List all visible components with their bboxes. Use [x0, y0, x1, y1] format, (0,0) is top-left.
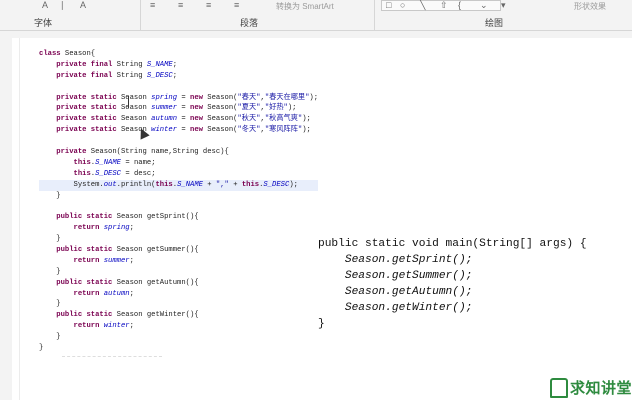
- logo-text: 求知讲堂: [569, 380, 632, 397]
- ribbon-toolbar: A ∣ A ≡ ≡ ≡ ≡ 转换为 SmartArt □ ○ ╲ ⇧ { ⌄ ▾…: [0, 0, 632, 31]
- shape-effects-button[interactable]: 形状效果: [574, 1, 606, 12]
- font-dropdown-icon[interactable]: A: [42, 0, 48, 10]
- code-line: public static Season getAutumn(){: [56, 278, 199, 287]
- snippet-line: Season.getAutumn();: [318, 286, 473, 298]
- justify-icon[interactable]: ≡: [234, 0, 239, 10]
- code-line-selected: System.out.println(this.S_NAME + "," + t…: [39, 179, 319, 191]
- main-snippet-textbox[interactable]: public static void main(String[] args) {…: [318, 236, 587, 332]
- arrange-dropdown-icon[interactable]: ▾: [501, 0, 506, 10]
- code-line: private static Season autumn = new Seaso…: [56, 115, 311, 124]
- code-line: this.S_NAME = name;: [73, 158, 156, 167]
- class-name: Season{: [64, 50, 96, 58]
- code-line: }: [39, 344, 44, 353]
- line-shape-icon[interactable]: ╲: [420, 0, 425, 10]
- code-line: }: [39, 235, 61, 244]
- snippet-line: }: [318, 318, 325, 330]
- align-right-icon[interactable]: ≡: [206, 0, 211, 10]
- convert-smartart-button[interactable]: 转换为 SmartArt: [276, 1, 334, 12]
- code-line: public static Season getWinter(){: [56, 311, 199, 320]
- code-line: private Season(String name,String desc){: [56, 148, 229, 157]
- code-line: }: [39, 333, 61, 342]
- code-line: return summer;: [73, 256, 134, 265]
- code-line: return spring;: [73, 224, 134, 233]
- arrow-shape-icon[interactable]: ⇧: [440, 0, 448, 10]
- rectangle-shape-icon[interactable]: □: [386, 0, 391, 10]
- logo-mark-icon: [549, 377, 568, 398]
- code-line: return autumn;: [73, 289, 134, 298]
- code-line: private static Season summer = new Seaso…: [56, 104, 297, 113]
- code-line-class-decl: class Season{: [39, 49, 318, 60]
- bracket-shape-icon[interactable]: {: [458, 0, 461, 10]
- drawing-group-label: 绘图: [485, 18, 504, 28]
- code-line: }: [39, 300, 61, 309]
- code-line: public static Season getSummer(){: [56, 246, 199, 255]
- code-line: private static Season spring = new Seaso…: [56, 93, 319, 102]
- code-line: this.S_DESC = desc;: [73, 169, 156, 178]
- snippet-line: Season.getSprint();: [318, 254, 473, 266]
- text-cursor: [128, 96, 129, 108]
- clear-format-icon[interactable]: ∣: [60, 0, 65, 10]
- faded-underline: [62, 356, 162, 357]
- code-line: public static Season getSprint(){: [56, 213, 199, 222]
- font-group-label: 字体: [34, 18, 53, 28]
- gallery-more-icon[interactable]: ⌄: [480, 0, 488, 10]
- code-line: private final String S_NAME;: [56, 60, 178, 69]
- kw-class: class: [39, 50, 61, 58]
- snippet-line: Season.getWinter();: [318, 302, 473, 314]
- align-left-icon[interactable]: ≡: [150, 0, 155, 10]
- align-center-icon[interactable]: ≡: [178, 0, 183, 10]
- code-line: private static Season winter = new Seaso…: [56, 126, 311, 135]
- font-size-icon[interactable]: A: [80, 0, 86, 10]
- watermark-logo: 求知讲堂: [549, 377, 632, 398]
- paragraph-group-label: 段落: [240, 18, 259, 28]
- code-line: private final String S_DESC;: [56, 71, 178, 80]
- oval-shape-icon[interactable]: ○: [400, 0, 405, 10]
- code-line: return winter;: [73, 322, 134, 331]
- snippet-line: Season.getSummer();: [318, 270, 473, 282]
- code-block[interactable]: class Season{ private final String S_NAM…: [39, 49, 319, 354]
- code-line: }: [39, 191, 61, 200]
- code-line: }: [39, 267, 61, 276]
- snippet-line: public static void main(String[] args) {: [318, 238, 587, 250]
